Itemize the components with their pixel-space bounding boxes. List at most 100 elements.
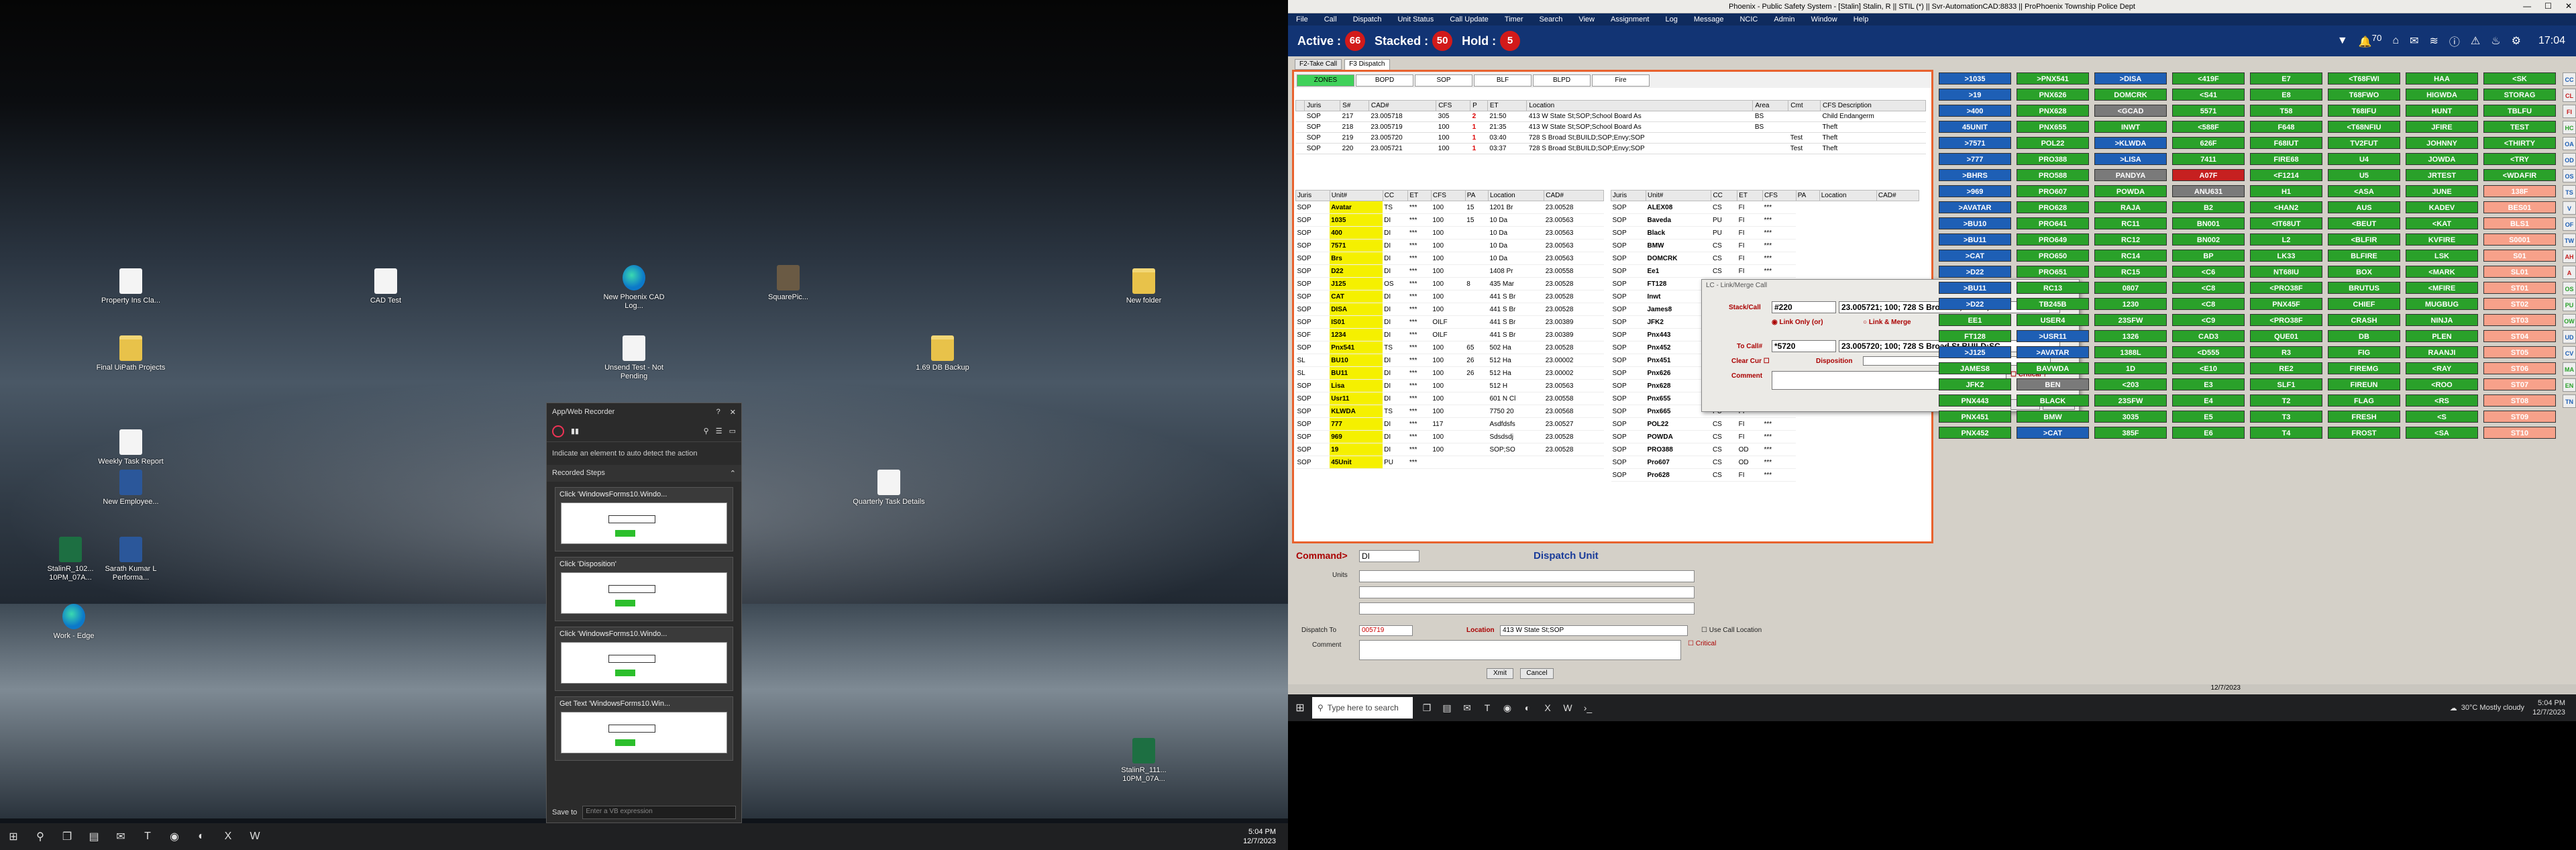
unit-column-header[interactable]: Location (1819, 190, 1877, 201)
minimize-icon[interactable]: — (2523, 1, 2531, 11)
unit-button[interactable]: >USR11 (2017, 330, 2089, 342)
word-icon-right[interactable]: W (1558, 698, 1578, 718)
unit-button[interactable]: MUGBUG (2406, 298, 2478, 310)
menu-item[interactable]: Call Update (1442, 15, 1496, 23)
unit-button[interactable]: RC15 (2094, 266, 2167, 278)
folder-icon[interactable]: ▤ (80, 823, 107, 850)
unit-column-header[interactable]: Juris (1611, 190, 1646, 201)
side-status-tab[interactable]: OF (2563, 217, 2576, 231)
unit-button[interactable]: FIG (2328, 346, 2400, 358)
unit-button[interactable]: <SA (2406, 427, 2478, 439)
unit-row[interactable]: SOP PRO388 CS OD *** (1611, 443, 1919, 456)
unit-button[interactable]: S01 (2483, 250, 2556, 262)
unit-button[interactable]: RC13 (2017, 282, 2089, 294)
critical-checkbox[interactable]: ☐ Critical (1688, 640, 1716, 647)
unit-button[interactable]: PRO651 (2017, 266, 2089, 278)
unit-button[interactable]: STORAG (2483, 89, 2556, 101)
unit-button[interactable]: E8 (2250, 89, 2322, 101)
desktop-icon[interactable]: Work - Edge (37, 604, 111, 641)
desktop-icon[interactable]: 1.69 DB Backup (906, 335, 979, 372)
unit-column-header[interactable]: Unit# (1329, 190, 1383, 201)
unit-button[interactable]: FRESH (2328, 411, 2400, 423)
chrome-icon-right[interactable]: ◉ (1497, 698, 1517, 718)
edge-icon[interactable]: ◐ (188, 823, 215, 850)
chrome-icon[interactable]: ◉ (161, 823, 188, 850)
edge-icon-right[interactable]: ◐ (1517, 698, 1538, 718)
unit-button[interactable]: >AVATAR (2017, 346, 2089, 358)
unit-row[interactable]: SL BU11 DI *** 100 26 512 Ha 23.00002 (1295, 366, 1604, 380)
unit-button[interactable]: BAVWDA (2017, 362, 2089, 374)
unit-button[interactable]: BN002 (2172, 233, 2245, 246)
unit-button[interactable]: RC14 (2094, 250, 2167, 262)
unit-button[interactable]: 626F (2172, 137, 2245, 149)
unit-button[interactable]: PNX626 (2017, 89, 2089, 101)
unit-button[interactable]: ST04 (2483, 330, 2556, 342)
desktop-icon[interactable]: Final UiPath Projects (94, 335, 168, 372)
column-header[interactable]: Area (1752, 100, 1789, 111)
unit-button[interactable]: BOX (2328, 266, 2400, 278)
weather-widget[interactable]: ☁ 30°C Mostly cloudy (2450, 704, 2524, 712)
unit-button[interactable]: 23SFW (2094, 394, 2167, 407)
unit-row[interactable]: SOP Avatar TS *** 100 15 1201 Br 23.00528 (1295, 201, 1604, 214)
unit-button[interactable]: JUNE (2406, 185, 2478, 197)
unit-button[interactable]: ST08 (2483, 394, 2556, 407)
unit-button[interactable]: RE2 (2250, 362, 2322, 374)
unit-row[interactable]: SOP 400 DI *** 100 10 Da 23.00563 (1295, 226, 1604, 240)
unit-column-header[interactable]: ET (1737, 190, 1763, 201)
unit-button[interactable]: T68FWO (2328, 89, 2400, 101)
unit-button[interactable]: RC11 (2094, 217, 2167, 229)
unit-button[interactable]: ANU631 (2172, 185, 2245, 197)
unit-row[interactable]: SOF 1234 DI *** OILF 441 S Br 23.00389 (1295, 328, 1604, 341)
unit-button[interactable]: PNX655 (2017, 121, 2089, 133)
side-status-tab[interactable]: CV (2563, 346, 2576, 360)
unit-button[interactable]: >7571 (1939, 137, 2011, 149)
unit-button[interactable]: BEN (2017, 378, 2089, 390)
fire-icon[interactable]: ♨ (2491, 34, 2500, 48)
unit-button[interactable]: JOWDA (2406, 153, 2478, 165)
dispatch-to-input[interactable]: 005719 (1359, 625, 1413, 636)
unit-button[interactable]: <IT68UT (2250, 217, 2322, 229)
pause-icon[interactable]: ▮▮ (571, 427, 579, 435)
unit-button[interactable]: >BHRS (1939, 169, 2011, 181)
unit-button[interactable]: BRUTUS (2328, 282, 2400, 294)
menu-item[interactable]: Window (1803, 15, 1845, 23)
unit-button[interactable]: LK33 (2250, 250, 2322, 262)
unit-button[interactable]: <MFIRE (2406, 282, 2478, 294)
side-status-tab[interactable]: OD (2563, 153, 2576, 166)
unit-column-header[interactable]: Unit# (1645, 190, 1712, 201)
units-input[interactable] (1359, 570, 1695, 582)
unit-button[interactable]: >BU11 (1939, 233, 2011, 246)
unit-button[interactable]: PNX451 (1939, 411, 2011, 423)
unit-button[interactable]: <GCAD (2094, 105, 2167, 117)
unit-button[interactable]: >CAT (1939, 250, 2011, 262)
unit-button[interactable]: >19 (1939, 89, 2011, 101)
unit-button[interactable]: JOHNNY (2406, 137, 2478, 149)
unit-button[interactable]: ST01 (2483, 282, 2556, 294)
start-icon[interactable]: ⊞ (0, 823, 27, 850)
unit-button[interactable]: BN001 (2172, 217, 2245, 229)
unit-button[interactable]: T2 (2250, 394, 2322, 407)
column-header[interactable]: S# (1340, 100, 1369, 111)
unit-column-header[interactable]: ET (1407, 190, 1432, 201)
record-icon[interactable] (552, 425, 564, 437)
hold-stat[interactable]: Hold :5 (1462, 31, 1521, 51)
unit-button[interactable]: 5571 (2172, 105, 2245, 117)
unit-button[interactable]: <E10 (2172, 362, 2245, 374)
unit-column-header[interactable]: CFS (1430, 190, 1466, 201)
desktop-icon[interactable]: New Employee... (94, 470, 168, 507)
unit-button[interactable]: JFK2 (1939, 378, 2011, 390)
unit-button[interactable]: AUS (2328, 201, 2400, 213)
unit-button[interactable]: PRO650 (2017, 250, 2089, 262)
unit-button[interactable]: POWDA (2094, 185, 2167, 197)
unit-button[interactable]: E3 (2172, 378, 2245, 390)
side-status-tab[interactable]: PU (2563, 298, 2576, 311)
unit-button[interactable]: BP (2172, 250, 2245, 262)
side-status-tab[interactable]: TW (2563, 233, 2576, 247)
close-icon[interactable]: ✕ (730, 408, 736, 417)
unit-button[interactable]: PRO628 (2017, 201, 2089, 213)
unit-button[interactable]: 1230 (2094, 298, 2167, 310)
menu-item[interactable]: File (1288, 15, 1316, 23)
unit-button[interactable]: SLF1 (2250, 378, 2322, 390)
left-clock[interactable]: 5:04 PM 12/7/2023 (1243, 827, 1288, 846)
unit-button[interactable]: T4 (2250, 427, 2322, 439)
